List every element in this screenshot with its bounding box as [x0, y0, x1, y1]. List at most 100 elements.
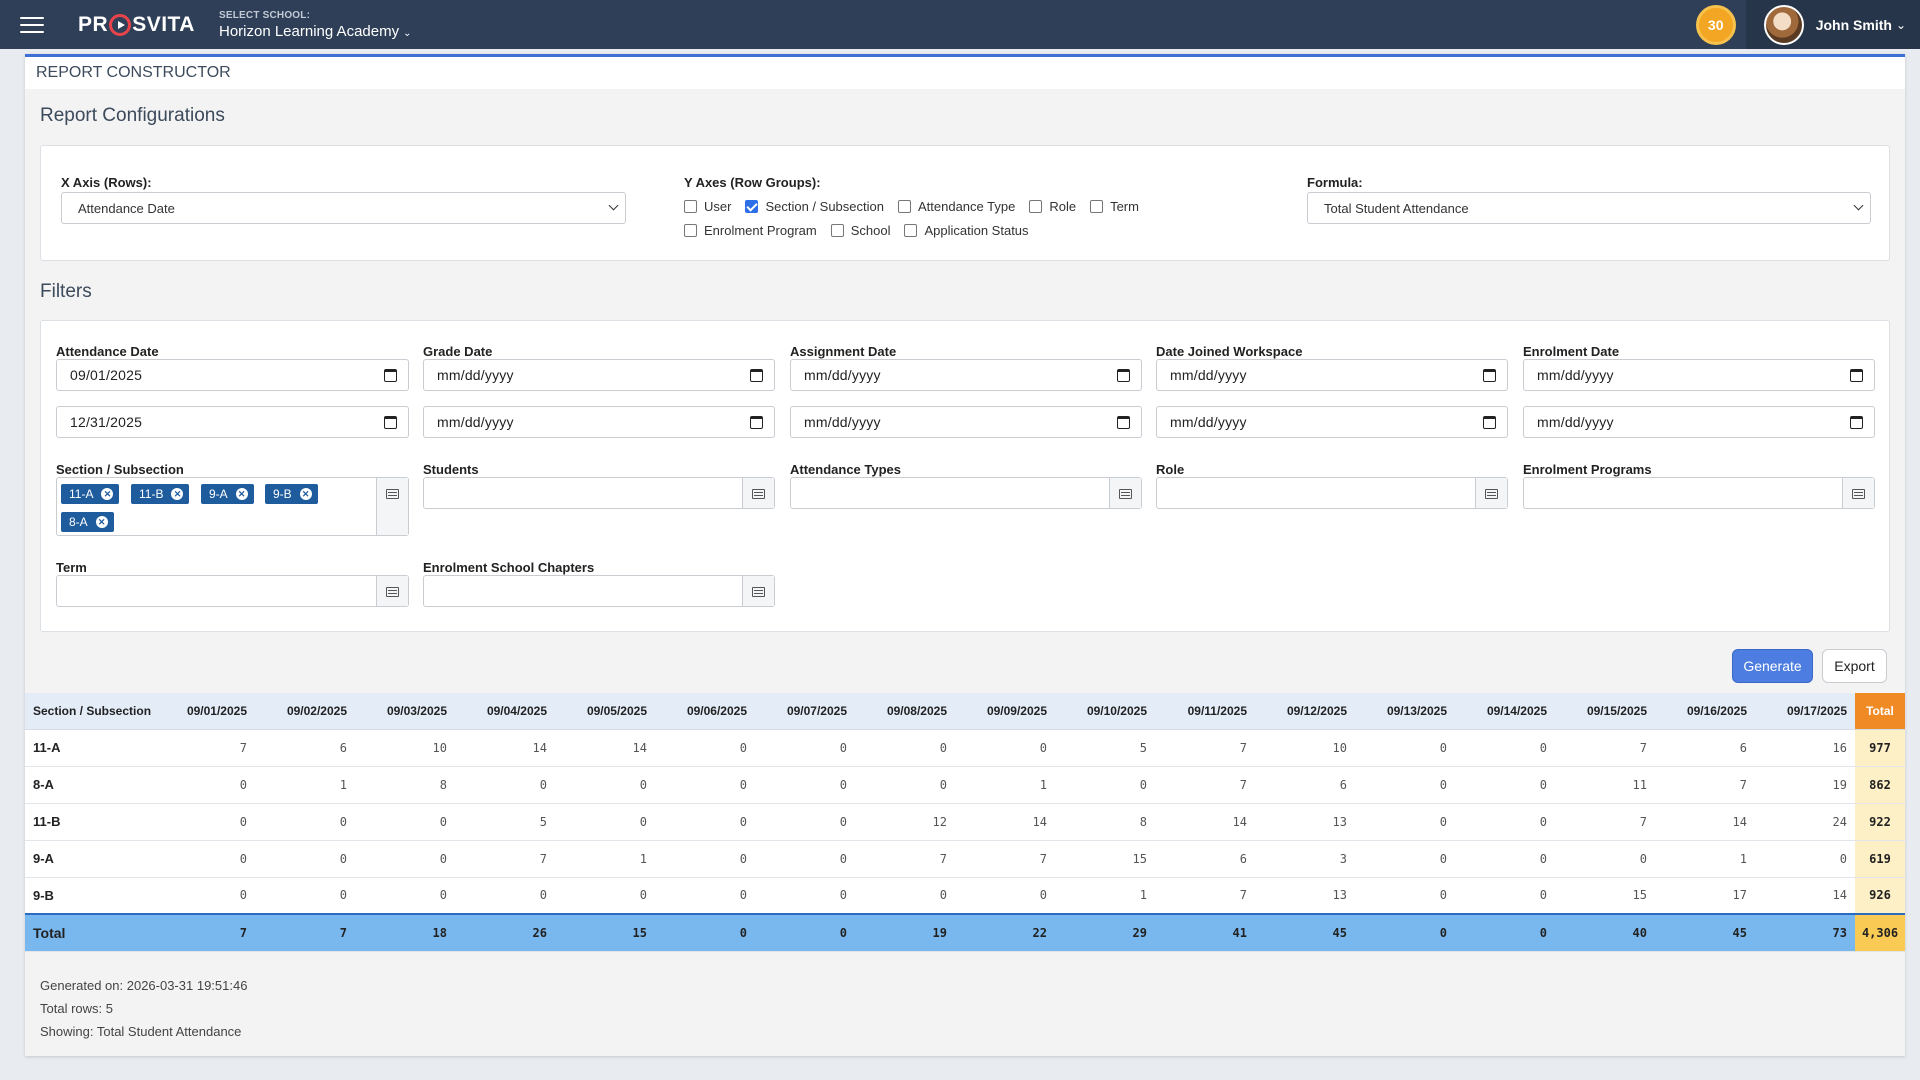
grade-date-from-input[interactable]: mm/dd/yyyy — [423, 359, 775, 391]
checkbox-icon[interactable] — [897, 199, 911, 213]
checkbox-icon[interactable] — [1029, 199, 1043, 213]
assignment-date-from-input[interactable]: mm/dd/yyyy — [790, 359, 1142, 391]
column-header-date[interactable]: 09/12/2025 — [1255, 693, 1355, 730]
column-header-date[interactable]: 09/10/2025 — [1055, 693, 1155, 730]
column-header-date[interactable]: 09/13/2025 — [1355, 693, 1455, 730]
column-header-date[interactable]: 09/03/2025 — [355, 693, 455, 730]
calendar-icon[interactable] — [750, 369, 763, 382]
checkbox-icon[interactable] — [684, 199, 697, 213]
enrolment-date-from-input[interactable]: mm/dd/yyyy — [1523, 359, 1875, 391]
calendar-icon[interactable] — [1117, 369, 1130, 382]
calendar-icon[interactable] — [1850, 369, 1863, 382]
checkbox-term[interactable]: Term — [1090, 194, 1139, 218]
x-axis-label: X Axis (Rows): — [61, 175, 152, 190]
calendar-icon[interactable] — [1483, 416, 1496, 429]
checkbox-icon[interactable] — [830, 223, 844, 237]
report-summary: Generated on: 2026-03-31 19:51:46 Total … — [40, 974, 247, 1043]
x-axis-select[interactable]: Attendance Date — [61, 192, 626, 224]
list-picker-button[interactable] — [376, 576, 408, 606]
remove-chip-icon[interactable]: ✕ — [171, 488, 184, 500]
export-button[interactable]: Export — [1822, 649, 1887, 683]
school-selector[interactable]: SELECT SCHOOL: Horizon Learning Academy ⌄ — [219, 10, 412, 40]
column-header-date[interactable]: 09/07/2025 — [755, 693, 855, 730]
calendar-icon[interactable] — [384, 369, 397, 382]
list-picker-button[interactable] — [1475, 478, 1507, 508]
table-cell: 0 — [155, 803, 255, 841]
table-cell: 0 — [1455, 729, 1555, 767]
list-picker-button[interactable] — [1842, 478, 1874, 508]
date-joined-to-input[interactable]: mm/dd/yyyy — [1156, 406, 1508, 438]
checkbox-icon[interactable] — [1090, 199, 1104, 213]
calendar-icon[interactable] — [1850, 416, 1863, 429]
attendance-date-to-input[interactable]: 12/31/2025 — [56, 406, 409, 438]
attendance-date-from-input[interactable]: 09/01/2025 — [56, 359, 409, 391]
column-header-date[interactable]: 09/09/2025 — [955, 693, 1055, 730]
points-badge[interactable]: 30 — [1695, 4, 1736, 45]
table-cell: 0 — [655, 877, 755, 915]
enrolment-programs-picker[interactable] — [1523, 477, 1875, 509]
remove-chip-icon[interactable]: ✕ — [95, 516, 108, 528]
column-header-total[interactable]: Total — [1855, 693, 1905, 730]
assignment-date-to-input[interactable]: mm/dd/yyyy — [790, 406, 1142, 438]
column-header-date[interactable]: 09/17/2025 — [1755, 693, 1855, 730]
table-row: 11-B 0 0 0 5 0 0 0 12 14 8 14 13 0 0 7 14 24 922 — [25, 803, 1905, 841]
section-subsection-picker[interactable]: 11-A ✕ 11-B ✕ 9-A ✕ 9-B ✕ 8-A ✕ — [56, 477, 409, 536]
school-selector-value[interactable]: Horizon Learning Academy ⌄ — [219, 23, 412, 40]
list-picker-button[interactable] — [742, 576, 774, 606]
checkbox-attendance-type[interactable]: Attendance Type — [897, 194, 1015, 218]
column-header-date[interactable]: 09/15/2025 — [1555, 693, 1655, 730]
table-cell: 15 — [1055, 840, 1155, 878]
column-header-date[interactable]: 09/05/2025 — [555, 693, 655, 730]
enrolment-chapters-picker[interactable] — [423, 575, 775, 607]
checkbox-checked-icon[interactable] — [745, 199, 759, 213]
column-header-date[interactable]: 09/11/2025 — [1155, 693, 1255, 730]
table-cell: 0 — [855, 766, 955, 804]
checkbox-school[interactable]: School — [830, 218, 890, 242]
calendar-icon[interactable] — [384, 416, 397, 429]
menu-icon[interactable] — [20, 16, 44, 33]
list-picker-button[interactable] — [1109, 478, 1141, 508]
grade-date-to-input[interactable]: mm/dd/yyyy — [423, 406, 775, 438]
column-header-date[interactable]: 09/02/2025 — [255, 693, 355, 730]
column-header-date[interactable]: 09/06/2025 — [655, 693, 755, 730]
checkbox-icon[interactable] — [904, 223, 918, 237]
column-header-date[interactable]: 09/01/2025 — [155, 693, 255, 730]
students-picker[interactable] — [423, 477, 775, 509]
role-picker[interactable] — [1156, 477, 1508, 509]
column-header-date[interactable]: 09/04/2025 — [455, 693, 555, 730]
checkbox-icon[interactable] — [684, 223, 697, 237]
column-header-date[interactable]: 09/16/2025 — [1655, 693, 1755, 730]
user-menu[interactable]: John Smith ⌄ — [1745, 0, 1920, 49]
column-header-date[interactable]: 09/08/2025 — [855, 693, 955, 730]
calendar-icon[interactable] — [1117, 416, 1130, 429]
date-placeholder: mm/dd/yyyy — [1170, 414, 1247, 430]
calendar-icon[interactable] — [1483, 369, 1496, 382]
date-joined-from-input[interactable]: mm/dd/yyyy — [1156, 359, 1508, 391]
table-cell: 0 — [555, 803, 655, 841]
checkbox-role[interactable]: Role — [1029, 194, 1076, 218]
list-picker-button[interactable] — [376, 478, 408, 535]
calendar-icon[interactable] — [750, 416, 763, 429]
checkbox-user[interactable]: User — [684, 194, 731, 218]
attendance-date-label: Attendance Date — [56, 344, 159, 359]
table-cell: 17 — [1655, 877, 1755, 915]
column-header-date[interactable]: 09/14/2025 — [1455, 693, 1555, 730]
checkbox-enrolment-program[interactable]: Enrolment Program — [684, 218, 817, 242]
checkbox-section-subsection[interactable]: Section / Subsection — [745, 194, 884, 218]
attendance-types-picker[interactable] — [790, 477, 1142, 509]
remove-chip-icon[interactable]: ✕ — [299, 488, 312, 500]
checkbox-application-status[interactable]: Application Status — [904, 218, 1029, 242]
remove-chip-icon[interactable]: ✕ — [101, 488, 114, 500]
app-logo[interactable]: PR SVITA — [78, 13, 195, 37]
list-icon — [752, 489, 765, 499]
enrolment-date-to-input[interactable]: mm/dd/yyyy — [1523, 406, 1875, 438]
list-picker-button[interactable] — [742, 478, 774, 508]
table-cell: 1 — [1655, 840, 1755, 878]
column-header-section[interactable]: Section / Subsection — [25, 693, 155, 730]
formula-select[interactable]: Total Student Attendance — [1307, 192, 1871, 224]
table-cell: 6 — [255, 729, 355, 767]
generate-button[interactable]: Generate — [1732, 649, 1813, 683]
term-picker[interactable] — [56, 575, 409, 607]
table-cell: 0 — [655, 803, 755, 841]
remove-chip-icon[interactable]: ✕ — [235, 488, 248, 500]
